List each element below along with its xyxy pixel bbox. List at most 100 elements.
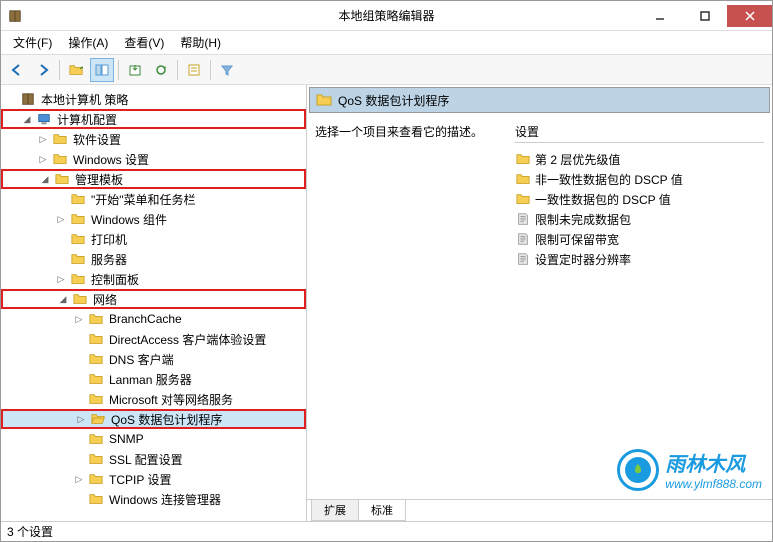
close-button[interactable]: [727, 5, 772, 27]
folder-icon: [70, 231, 86, 247]
detail-panel: QoS 数据包计划程序 选择一个项目来查看它的描述。 设置 第 2 层优先级值 …: [307, 85, 772, 521]
expand-toggle[interactable]: [73, 433, 85, 445]
tree-ms-p2p[interactable]: Microsoft 对等网络服务: [1, 389, 306, 409]
collapse-toggle[interactable]: ◢: [21, 113, 33, 125]
expand-toggle[interactable]: [55, 233, 67, 245]
expand-toggle[interactable]: [73, 333, 85, 345]
folder-icon: [515, 191, 531, 207]
tree-windows-settings[interactable]: ▷ Windows 设置: [1, 149, 306, 169]
tree-ssl-config[interactable]: SSL 配置设置: [1, 449, 306, 469]
menu-view[interactable]: 查看(V): [116, 31, 172, 54]
export-button[interactable]: [123, 58, 147, 82]
tree-label: 服务器: [89, 251, 129, 268]
tree-network[interactable]: ◢ 网络: [1, 289, 306, 309]
tree-dns-client[interactable]: DNS 客户端: [1, 349, 306, 369]
folder-icon: [88, 431, 104, 447]
tab-standard[interactable]: 标准: [358, 500, 406, 521]
tree-root[interactable]: 本地计算机 策略: [1, 89, 306, 109]
detail-description: 选择一个项目来查看它的描述。: [315, 123, 515, 491]
menu-action[interactable]: 操作(A): [60, 31, 116, 54]
tree-control-panel[interactable]: ▷控制面板: [1, 269, 306, 289]
collapse-toggle[interactable]: ◢: [39, 173, 51, 185]
expand-toggle[interactable]: [73, 493, 85, 505]
expand-toggle[interactable]: ▷: [37, 133, 49, 145]
tree-directaccess[interactable]: DirectAccess 客户端体验设置: [1, 329, 306, 349]
folder-icon: [515, 151, 531, 167]
setting-limit-reservable[interactable]: 限制可保留带宽: [515, 229, 764, 249]
toolbar-separator: [59, 60, 60, 80]
expand-toggle[interactable]: ▷: [55, 273, 67, 285]
tree-start-menu[interactable]: "开始"菜单和任务栏: [1, 189, 306, 209]
setting-label: 第 2 层优先级值: [535, 151, 620, 168]
tree-label: Windows 设置: [71, 151, 151, 168]
setting-label: 一致性数据包的 DSCP 值: [535, 191, 671, 208]
collapse-toggle[interactable]: ◢: [57, 293, 69, 305]
toolbar-separator: [118, 60, 119, 80]
expand-toggle[interactable]: ▷: [73, 473, 85, 485]
refresh-button[interactable]: [149, 58, 173, 82]
instruction-text: 选择一个项目来查看它的描述。: [315, 125, 483, 139]
forward-button[interactable]: [31, 58, 55, 82]
setting-timer-resolution[interactable]: 设置定时器分辨率: [515, 249, 764, 269]
properties-button[interactable]: [182, 58, 206, 82]
expand-toggle[interactable]: [55, 253, 67, 265]
tree-label: SNMP: [107, 432, 146, 446]
expand-toggle[interactable]: [73, 353, 85, 365]
up-button[interactable]: [64, 58, 88, 82]
expand-toggle[interactable]: [55, 193, 67, 205]
detail-tabs: 扩展 标准: [307, 499, 772, 521]
expand-toggle[interactable]: ▷: [37, 153, 49, 165]
expand-toggle[interactable]: ▷: [73, 313, 85, 325]
folder-icon: [88, 351, 104, 367]
setting-conforming-dscp[interactable]: 一致性数据包的 DSCP 值: [515, 189, 764, 209]
setting-limit-outstanding[interactable]: 限制未完成数据包: [515, 209, 764, 229]
tree-branchcache[interactable]: ▷BranchCache: [1, 309, 306, 329]
expand-toggle[interactable]: [73, 373, 85, 385]
tree-admin-templates[interactable]: ◢ 管理模板: [1, 169, 306, 189]
tree-windows-components[interactable]: ▷Windows 组件: [1, 209, 306, 229]
tree-printers[interactable]: 打印机: [1, 229, 306, 249]
setting-layer2-priority[interactable]: 第 2 层优先级值: [515, 149, 764, 169]
folder-icon: [515, 171, 531, 187]
folder-icon: [88, 331, 104, 347]
tree-tcpip[interactable]: ▷TCPIP 设置: [1, 469, 306, 489]
tab-extended[interactable]: 扩展: [311, 500, 359, 521]
tree-label: 管理模板: [73, 171, 125, 188]
minimize-button[interactable]: [637, 5, 682, 27]
folder-icon: [88, 371, 104, 387]
back-button[interactable]: [5, 58, 29, 82]
setting-nonconforming-dscp[interactable]: 非一致性数据包的 DSCP 值: [515, 169, 764, 189]
filter-button[interactable]: [215, 58, 239, 82]
tree-label: 计算机配置: [55, 111, 119, 128]
expand-toggle[interactable]: [5, 93, 17, 105]
window-controls: [637, 5, 772, 27]
tree-software-settings[interactable]: ▷软件设置: [1, 129, 306, 149]
tree-lanman-server[interactable]: Lanman 服务器: [1, 369, 306, 389]
tree-servers[interactable]: 服务器: [1, 249, 306, 269]
show-hide-tree-button[interactable]: [90, 58, 114, 82]
tree-windows-conn-mgr[interactable]: Windows 连接管理器: [1, 489, 306, 509]
expand-toggle[interactable]: ▷: [55, 213, 67, 225]
maximize-button[interactable]: [682, 5, 727, 27]
tree-computer-config[interactable]: ◢ 计算机配置: [1, 109, 306, 129]
setting-label: 非一致性数据包的 DSCP 值: [535, 171, 683, 188]
folder-icon: [88, 391, 104, 407]
tree-label: Windows 连接管理器: [107, 491, 223, 508]
expand-toggle[interactable]: [73, 453, 85, 465]
expand-toggle[interactable]: [73, 393, 85, 405]
scroll-icon: [515, 251, 531, 267]
toolbar-separator: [210, 60, 211, 80]
tree-snmp[interactable]: SNMP: [1, 429, 306, 449]
settings-header[interactable]: 设置: [515, 123, 764, 143]
toolbar: [1, 55, 772, 85]
menu-help[interactable]: 帮助(H): [172, 31, 229, 54]
tree-label: 本地计算机 策略: [39, 91, 130, 108]
menu-file[interactable]: 文件(F): [5, 31, 60, 54]
expand-toggle[interactable]: ▷: [75, 413, 87, 425]
tree-label: "开始"菜单和任务栏: [89, 191, 198, 208]
folder-icon: [88, 491, 104, 507]
tree-panel[interactable]: 本地计算机 策略 ◢计算机配置 ▷软件设置 ▷Windows 设置 ◢管理模板 …: [1, 85, 307, 521]
scroll-icon: [515, 231, 531, 247]
tree-qos[interactable]: ▷QoS 数据包计划程序: [1, 409, 306, 429]
tree-label: 网络: [91, 291, 119, 308]
